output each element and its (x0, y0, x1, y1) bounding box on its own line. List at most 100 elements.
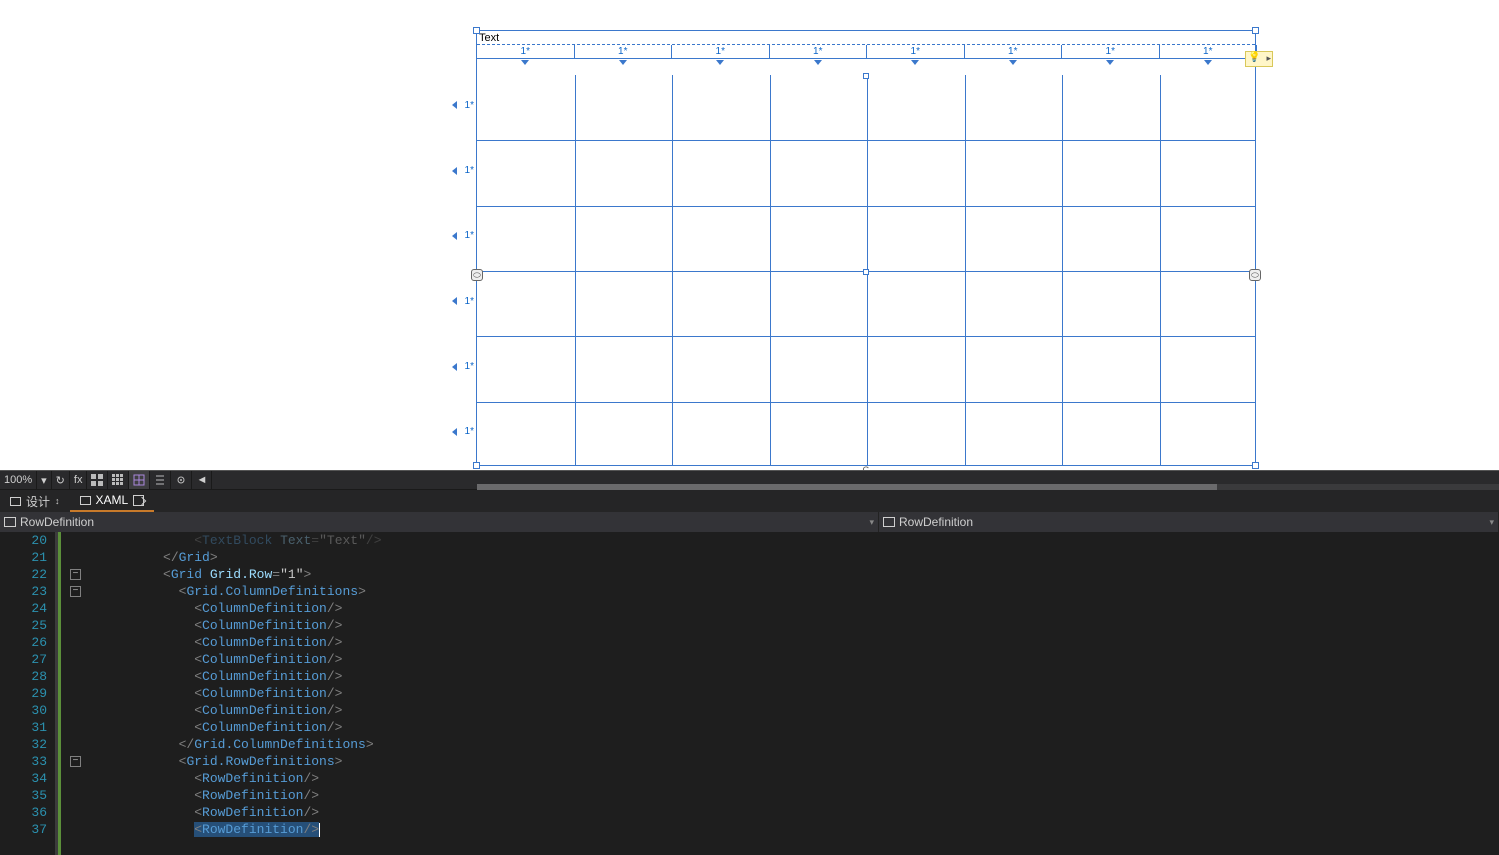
tab-xaml[interactable]: XAML (70, 490, 155, 512)
chevron-down-icon: ▾ (1489, 517, 1494, 528)
resize-handle[interactable] (473, 27, 480, 34)
row-grip-icon[interactable] (452, 101, 457, 109)
outline-collapse-toggle[interactable]: − (70, 569, 81, 580)
line-number: 25 (0, 617, 55, 634)
row-header[interactable]: 1* (456, 426, 476, 437)
code-line[interactable]: <ColumnDefinition/> (85, 719, 1499, 736)
outline-collapse-toggle[interactable]: − (70, 756, 81, 767)
code-line[interactable]: <RowDefinition/> (85, 787, 1499, 804)
row-header[interactable]: 1* (456, 296, 476, 307)
column-grip-icon[interactable] (1204, 60, 1212, 65)
line-number: 37 (0, 821, 55, 838)
code-nav-bar: RowDefinition ▾ RowDefinition ▾ (0, 512, 1499, 532)
column-header[interactable]: 1* (867, 45, 965, 59)
column-header[interactable]: 1* (965, 45, 1063, 59)
row-grip-icon[interactable] (452, 232, 457, 240)
column-grip-icon[interactable] (716, 60, 724, 65)
line-number-gutter: 202122232425262728293031323334353637 (0, 532, 55, 855)
tab-design[interactable]: 设计 ↕ (0, 490, 70, 512)
code-line[interactable]: <TextBlock Text="Text"/> (85, 532, 1499, 549)
line-number: 31 (0, 719, 55, 736)
code-line[interactable]: <ColumnDefinition/> (85, 651, 1499, 668)
code-line[interactable]: <ColumnDefinition/> (85, 668, 1499, 685)
row-header[interactable]: 1* (456, 100, 476, 111)
snap-button[interactable] (129, 471, 150, 489)
element-icon (883, 517, 895, 527)
column-header[interactable]: 1* (477, 45, 575, 59)
row-grip-icon[interactable] (452, 428, 457, 436)
element-icon (4, 517, 16, 527)
code-line[interactable]: <ColumnDefinition/> (85, 702, 1499, 719)
grid-small-icon[interactable] (87, 471, 108, 489)
code-line[interactable]: <ColumnDefinition/> (85, 685, 1499, 702)
code-line[interactable]: <Grid.ColumnDefinitions> (85, 583, 1499, 600)
nav-scope-combo[interactable]: RowDefinition ▾ (0, 512, 879, 532)
code-line[interactable]: </Grid> (85, 549, 1499, 566)
code-line[interactable]: <RowDefinition/> (85, 770, 1499, 787)
column-grip-icon[interactable] (619, 60, 627, 65)
row-header[interactable]: 1* (456, 165, 476, 176)
nav-label: RowDefinition (899, 515, 973, 529)
line-number: 29 (0, 685, 55, 702)
line-number: 28 (0, 668, 55, 685)
column-header[interactable]: 1* (575, 45, 673, 59)
column-header[interactable]: 1* (672, 45, 770, 59)
row-ruler[interactable]: 1* 1* 1* 1* 1* 1* (456, 74, 476, 466)
line-number: 22 (0, 566, 55, 583)
resize-handle[interactable] (1252, 27, 1259, 34)
code-editor[interactable]: 202122232425262728293031323334353637 −−−… (0, 532, 1499, 855)
column-header[interactable]: 1* (1062, 45, 1160, 59)
toolbar-scroll-left[interactable]: ◄ (192, 471, 212, 489)
row-grip-icon[interactable] (452, 167, 457, 175)
resize-handle[interactable] (1252, 462, 1259, 469)
link-handle-right[interactable]: ⬭ (1249, 269, 1261, 281)
column-grip-icon[interactable] (1009, 60, 1017, 65)
code-body[interactable]: <TextBlock Text="Text"/> </Grid> <Grid G… (85, 532, 1499, 855)
design-surface[interactable]: Text 1*1*1*1*1*1*1*1* ⬭ ⬭ 💡 G (476, 30, 1256, 466)
row-grip-icon[interactable] (452, 363, 457, 371)
grid-large-icon[interactable] (108, 471, 129, 489)
xaml-icon (80, 496, 91, 505)
outline-column[interactable]: − − − (70, 532, 82, 855)
code-line[interactable]: <RowDefinition/> (85, 804, 1499, 821)
nav-member-combo[interactable]: RowDefinition ▾ (879, 512, 1499, 532)
line-number: 34 (0, 770, 55, 787)
code-line[interactable]: <ColumnDefinition/> (85, 600, 1499, 617)
popout-icon[interactable] (133, 495, 144, 506)
column-ruler[interactable]: 1*1*1*1*1*1*1*1* (477, 45, 1255, 59)
row-header[interactable]: 1* (456, 361, 476, 372)
outline-collapse-toggle[interactable]: − (70, 586, 81, 597)
column-grip-icon[interactable] (1106, 60, 1114, 65)
column-header[interactable]: 1* (1160, 45, 1258, 59)
nav-label: RowDefinition (20, 515, 94, 529)
zoom-level[interactable]: 100% (0, 471, 37, 489)
lightbulb-suggestion[interactable]: 💡 (1245, 51, 1273, 67)
snap-lines-button[interactable] (150, 471, 171, 489)
row-header[interactable]: 1* (456, 230, 476, 241)
grid-icon (112, 474, 124, 486)
snaplines-icon (154, 474, 166, 486)
line-number: 33 (0, 753, 55, 770)
design-icon (10, 497, 21, 506)
column-grip-icon[interactable] (521, 60, 529, 65)
code-line[interactable]: <ColumnDefinition/> (85, 617, 1499, 634)
zoom-dropdown[interactable]: ▾ (37, 471, 52, 489)
options-button[interactable] (171, 471, 192, 489)
code-line[interactable]: <RowDefinition/> (85, 821, 1499, 838)
effects-fx-button[interactable]: fx (70, 471, 88, 489)
code-line[interactable]: <Grid.RowDefinitions> (85, 753, 1499, 770)
refresh-button[interactable]: ↻ (52, 471, 70, 489)
grid-top-handle[interactable] (863, 73, 869, 79)
snap-icon (133, 474, 145, 486)
textblock-preview: Text (477, 31, 1255, 45)
tab-label: XAML (96, 493, 129, 507)
grid-mid-handle[interactable] (863, 269, 869, 275)
row-grip-icon[interactable] (452, 297, 457, 305)
code-line[interactable]: </Grid.ColumnDefinitions> (85, 736, 1499, 753)
column-header[interactable]: 1* (770, 45, 868, 59)
code-line[interactable]: <Grid Grid.Row="1"> (85, 566, 1499, 583)
column-grip-icon[interactable] (911, 60, 919, 65)
code-line[interactable]: <ColumnDefinition/> (85, 634, 1499, 651)
line-number: 35 (0, 787, 55, 804)
column-grip-icon[interactable] (814, 60, 822, 65)
